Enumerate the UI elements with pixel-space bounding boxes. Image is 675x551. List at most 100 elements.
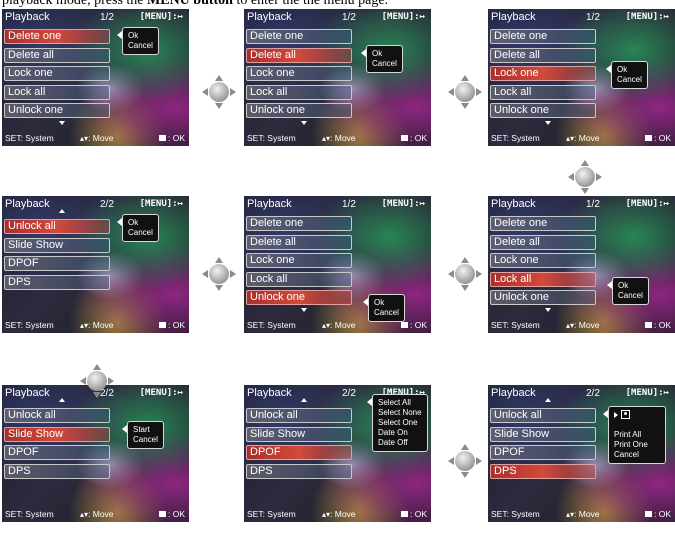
popup-option[interactable]: Cancel bbox=[618, 291, 643, 301]
menu-item[interactable]: Delete all bbox=[4, 47, 110, 63]
screen-footer: SET: System ▴▾: Move: OK bbox=[247, 320, 427, 331]
menu-item[interactable]: DPS bbox=[246, 463, 352, 479]
menu-item[interactable]: Lock one bbox=[490, 66, 596, 81]
menu-item[interactable]: DPS bbox=[4, 274, 110, 290]
popup-option[interactable]: Cancel bbox=[133, 435, 158, 445]
screen-footer: SET: System ▴▾: Move: OK bbox=[5, 133, 185, 144]
menu-item[interactable]: Slide Show bbox=[4, 237, 110, 253]
camera-screen: Playback 2/2 [MENU]:↦ Unlock all Slide Show D… bbox=[2, 196, 189, 333]
popup-option[interactable]: Print All bbox=[614, 430, 660, 440]
footer-move-hint: ▴▾: Move bbox=[80, 133, 114, 143]
up-down-icon: ▴▾ bbox=[80, 134, 89, 143]
popup-option[interactable]: Ok bbox=[372, 49, 397, 59]
menu-item[interactable]: Unlock all bbox=[246, 408, 352, 423]
popup-option[interactable]: Cancel bbox=[128, 41, 153, 51]
ok-button-icon bbox=[644, 511, 652, 517]
menu-item[interactable]: Delete one bbox=[246, 216, 352, 231]
menu-item[interactable]: Unlock all bbox=[4, 219, 110, 234]
menu-item[interactable]: Lock one bbox=[246, 66, 352, 81]
menu-item[interactable]: Delete one bbox=[4, 29, 110, 44]
popup-pointer-icon bbox=[363, 298, 368, 306]
menu-item[interactable]: Delete all bbox=[246, 47, 352, 63]
footer-ok-label: : OK bbox=[653, 509, 671, 519]
popup-option[interactable]: Select All bbox=[378, 398, 422, 408]
popup-option[interactable]: Print One bbox=[614, 440, 660, 450]
menu-item[interactable]: Lock one bbox=[4, 66, 110, 81]
popup-option[interactable]: Ok bbox=[128, 31, 153, 41]
popup-option[interactable]: Cancel bbox=[374, 308, 399, 318]
footer-set-hint: SET: System bbox=[491, 320, 540, 330]
menu-item[interactable]: Lock all bbox=[246, 271, 352, 287]
popup-option[interactable]: Date Off bbox=[378, 438, 422, 448]
menu-item[interactable]: Delete all bbox=[490, 47, 596, 63]
menu-item[interactable]: Unlock all bbox=[4, 408, 110, 423]
menu-item[interactable]: Lock all bbox=[4, 84, 110, 100]
menu-item[interactable]: Lock all bbox=[490, 84, 596, 100]
up-down-icon: ▴▾ bbox=[322, 134, 331, 143]
menu-item[interactable]: Unlock one bbox=[490, 103, 596, 118]
menu-item[interactable]: DPOF bbox=[490, 445, 596, 460]
menu-item[interactable]: Lock all bbox=[246, 84, 352, 100]
screen-title: Playback bbox=[5, 11, 50, 23]
nav-pad-icon bbox=[568, 160, 602, 194]
popup-option[interactable]: Ok bbox=[374, 298, 399, 308]
screen-title: Playback bbox=[247, 198, 292, 210]
menu-item[interactable]: Lock all bbox=[490, 271, 596, 287]
menu-item[interactable]: Unlock one bbox=[490, 290, 596, 305]
footer-move-hint: ▴▾: Move bbox=[80, 509, 114, 519]
menu-item[interactable]: DPOF bbox=[4, 445, 110, 460]
submenu-popup: Ok Cancel bbox=[122, 214, 159, 242]
caption-prefix: playback mode, press the bbox=[2, 0, 148, 8]
menu-item[interactable]: DPOF bbox=[246, 445, 352, 460]
screen-title: Playback bbox=[491, 11, 536, 23]
menu-item[interactable]: Unlock one bbox=[4, 103, 110, 118]
popup-option[interactable]: Select One bbox=[378, 418, 422, 428]
popup-pointer-icon bbox=[117, 218, 122, 226]
ok-button-icon bbox=[400, 511, 408, 517]
menu-item[interactable]: Delete one bbox=[490, 216, 596, 231]
menu-item[interactable]: Unlock one bbox=[246, 290, 352, 305]
menu-item[interactable]: DPS bbox=[4, 463, 110, 479]
menu-item[interactable]: Lock one bbox=[490, 253, 596, 268]
ok-button-icon bbox=[400, 322, 408, 328]
menu-item[interactable]: Delete all bbox=[246, 234, 352, 250]
footer-ok-hint: : OK bbox=[644, 133, 671, 143]
menu-item[interactable]: Lock one bbox=[246, 253, 352, 268]
footer-move-hint: ▴▾: Move bbox=[566, 133, 600, 143]
menu-item[interactable]: Slide Show bbox=[490, 426, 596, 442]
screen-title: Playback bbox=[491, 198, 536, 210]
footer-set-hint: SET: System bbox=[247, 320, 296, 330]
popup-option[interactable]: Cancel bbox=[617, 75, 642, 85]
camera-screen: Playback 2/2 [MENU]:↦ Unlock all Slide Show D… bbox=[244, 385, 431, 522]
popup-option[interactable]: Cancel bbox=[614, 450, 660, 460]
menu-item[interactable]: Delete one bbox=[246, 29, 352, 44]
screen-title: Playback bbox=[247, 11, 292, 23]
menu-item[interactable]: DPS bbox=[490, 463, 596, 479]
popup-option[interactable]: Start bbox=[133, 425, 158, 435]
footer-move-label: : Move bbox=[330, 509, 356, 519]
nav-pad-icon bbox=[202, 75, 236, 109]
ok-button-icon bbox=[158, 322, 166, 328]
popup-option[interactable]: Ok bbox=[618, 281, 643, 291]
menu-item[interactable]: DPOF bbox=[4, 256, 110, 271]
submenu-popup: Start Cancel bbox=[127, 421, 164, 449]
menu-item[interactable]: Unlock one bbox=[246, 103, 352, 118]
page-indicator: 1/2 bbox=[342, 199, 356, 210]
popup-option[interactable]: Ok bbox=[128, 218, 153, 228]
screen-title: Playback bbox=[5, 387, 50, 399]
menu-item[interactable]: Unlock all bbox=[490, 408, 596, 423]
menu-item[interactable]: Delete all bbox=[490, 234, 596, 250]
popup-option[interactable]: Select None bbox=[378, 408, 422, 418]
menu-item[interactable]: Slide Show bbox=[246, 426, 352, 442]
menu-item[interactable]: Delete one bbox=[490, 29, 596, 44]
footer-ok-hint: : OK bbox=[158, 509, 185, 519]
screen-title: Playback bbox=[247, 387, 292, 399]
popup-option[interactable]: Cancel bbox=[372, 59, 397, 69]
menu-item[interactable]: Slide Show bbox=[4, 426, 110, 442]
popup-option[interactable]: Ok bbox=[617, 65, 642, 75]
scroll-down-arrow-icon bbox=[545, 121, 551, 125]
popup-option[interactable]: Cancel bbox=[128, 228, 153, 238]
menu-exit-hint: [MENU]:↦ bbox=[139, 388, 183, 398]
popup-option[interactable]: Date On bbox=[378, 428, 422, 438]
nav-pad-icon bbox=[448, 75, 482, 109]
